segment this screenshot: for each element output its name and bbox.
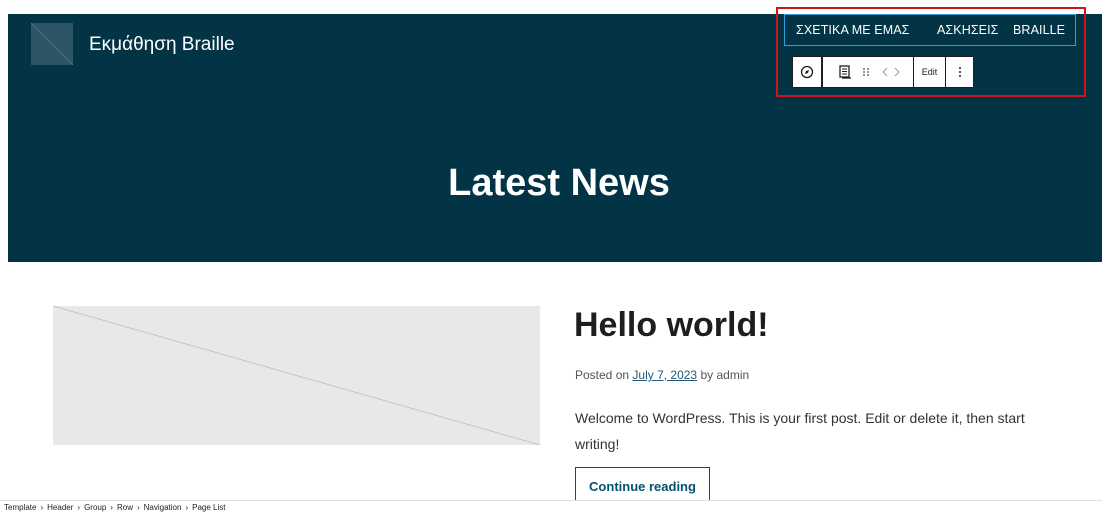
chevron-right-icon: › xyxy=(136,503,140,512)
vertical-ellipsis-icon xyxy=(958,67,961,77)
chevron-right-icon: › xyxy=(185,503,189,512)
compass-icon xyxy=(800,65,814,79)
post-title[interactable]: Hello world! xyxy=(574,306,769,345)
post-author[interactable]: admin xyxy=(716,368,749,382)
more-options-button[interactable] xyxy=(946,57,973,87)
nav-item-braille[interactable]: BRAILLE xyxy=(1013,23,1065,37)
edit-button-label: Edit xyxy=(921,67,938,77)
site-logo-placeholder[interactable] xyxy=(31,23,73,65)
post-excerpt: Welcome to WordPress. This is your first… xyxy=(575,410,1025,452)
chevron-right-icon: › xyxy=(110,503,113,512)
post-date-link[interactable]: July 7, 2023 xyxy=(632,368,697,382)
edit-button[interactable]: Edit xyxy=(914,57,945,87)
move-arrows-icon[interactable] xyxy=(877,57,905,87)
image-placeholder-icon xyxy=(53,306,540,445)
breadcrumb-navigation[interactable]: Navigation xyxy=(144,503,182,512)
block-toolbar: Edit xyxy=(822,56,974,88)
breadcrumb-header[interactable]: Header xyxy=(47,503,73,512)
post-meta-by: by xyxy=(700,368,714,382)
page-title[interactable]: Latest News xyxy=(8,162,1102,205)
block-breadcrumb: Template › Header › Group › Row › Naviga… xyxy=(0,500,1102,514)
page-list-icon xyxy=(839,65,851,79)
continue-reading-label: Continue reading xyxy=(589,478,696,494)
breadcrumb-page-list[interactable]: Page List xyxy=(192,503,225,512)
nav-item-exercises[interactable]: ΑΣΚΗΣΕΙΣ xyxy=(937,23,999,37)
drag-handle-icon[interactable] xyxy=(859,57,873,87)
parent-block-button[interactable] xyxy=(792,56,822,88)
post-featured-image-placeholder[interactable] xyxy=(53,306,540,445)
logo-placeholder-icon xyxy=(31,23,73,65)
nav-item-about[interactable]: ΣΧΕΤΙΚΑ ΜΕ ΕΜΑΣ xyxy=(796,23,910,37)
chevron-right-icon: › xyxy=(40,503,44,512)
site-title[interactable]: Εκμάθηση Braille xyxy=(89,34,235,56)
post-meta-prefix: Posted on xyxy=(575,368,630,382)
breadcrumb-row[interactable]: Row xyxy=(117,503,133,512)
breadcrumb-template[interactable]: Template xyxy=(4,503,36,512)
post-meta: Posted on July 7, 2023 by admin xyxy=(575,368,749,382)
chevron-right-icon: › xyxy=(77,503,81,512)
block-type-button[interactable] xyxy=(831,57,859,87)
breadcrumb-group[interactable]: Group xyxy=(84,503,106,512)
